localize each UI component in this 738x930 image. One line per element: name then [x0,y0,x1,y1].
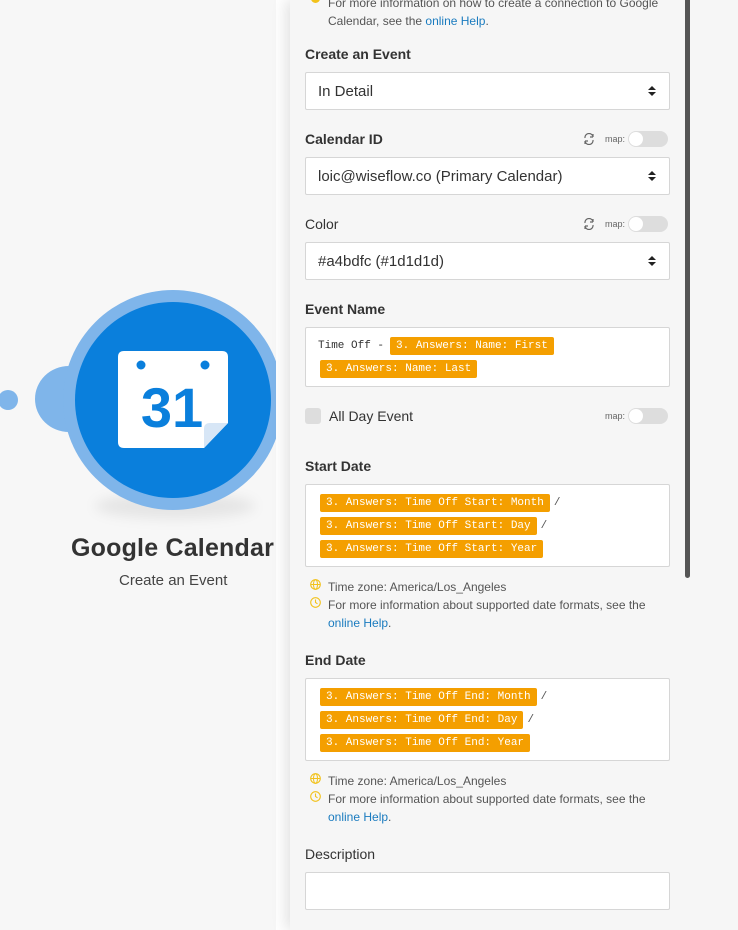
map-toggle[interactable] [628,131,669,147]
toggle-knob [629,217,644,231]
end-format-help: For more information about supported dat… [328,790,646,826]
connection-help-text: For more information on how to create a … [328,0,673,30]
all-day-label: All Day Event [329,408,414,424]
globe-icon [310,579,321,590]
clock-icon [310,791,321,802]
calendar-id-map-toggle-group: map: [583,131,669,147]
help-line-1: For more information on how to create a … [328,0,659,10]
date-separator: / [540,520,548,532]
create-event-value: In Detail [318,83,374,100]
map-toggle[interactable] [628,408,669,424]
toggle-knob [629,132,644,146]
panel-scrollbar[interactable] [685,0,690,578]
calendar-id-select[interactable]: loic@wiseflow.co (Primary Calendar) [305,157,670,195]
color-value: #a4bdfc (#1d1d1d) [318,253,444,270]
help-line-2: Calendar, see the [328,14,426,28]
event-name-prefix: Time Off - [318,340,385,352]
mapped-token[interactable]: 3. Answers: Time Off Start: Month [320,494,550,512]
create-event-select[interactable]: In Detail [305,72,670,110]
format-help-line: For more information about supported dat… [328,792,646,806]
select-arrows-icon [648,256,656,266]
mapped-token[interactable]: 3. Answers: Time Off End: Year [320,734,531,752]
select-arrows-icon [648,86,656,96]
color-map-toggle-group: map: [583,216,669,232]
toggle-knob [629,409,644,423]
end-timezone-text: Time zone: America/Los_Angeles [328,774,507,788]
color-label: Color [305,216,339,232]
online-help-link[interactable]: online Help [425,14,485,28]
format-help-line: For more information about supported dat… [328,598,646,612]
panel-pointer [280,389,290,409]
mapped-token[interactable]: 3. Answers: Time Off Start: Day [320,517,537,535]
end-date-input[interactable]: 3. Answers: Time Off End: Month / 3. Ans… [305,678,670,761]
event-name-input[interactable]: Time Off - 3. Answers: Name: First 3. An… [305,327,670,387]
start-timezone-text: Time zone: America/Los_Angeles [328,580,507,594]
module-title: Google Calendar [71,534,275,562]
calendar-id-value: loic@wiseflow.co (Primary Calendar) [318,168,563,185]
start-date-label: Start Date [305,458,372,474]
calendar-day-number: 31 [141,376,203,439]
date-separator: / [553,497,561,509]
mapped-token[interactable]: 3. Answers: Name: First [390,337,554,355]
mapped-token[interactable]: 3. Answers: Name: Last [320,360,478,378]
start-date-input[interactable]: 3. Answers: Time Off Start: Month / 3. A… [305,484,670,567]
refresh-icon[interactable] [583,218,595,230]
select-arrows-icon [648,171,656,181]
module-subtitle: Create an Event [119,572,228,589]
globe-icon [310,773,321,784]
mapped-token[interactable]: 3. Answers: Time Off End: Day [320,711,524,729]
description-label: Description [305,846,376,862]
online-help-link[interactable]: online Help [328,810,388,824]
end-date-label: End Date [305,652,366,668]
create-event-label: Create an Event [305,46,411,62]
clock-icon [310,597,321,608]
map-label: map: [605,219,626,229]
map-toggle[interactable] [628,216,669,232]
color-select[interactable]: #a4bdfc (#1d1d1d) [305,242,670,280]
help-period: . [388,810,392,824]
mapped-token[interactable]: 3. Answers: Time Off End: Month [320,688,537,706]
help-period: . [485,14,489,28]
map-label: map: [605,411,626,421]
date-separator: / [527,714,535,726]
calendar-id-label: Calendar ID [305,131,383,147]
map-label: map: [605,134,626,144]
google-calendar-icon: 31 [118,351,228,448]
refresh-icon[interactable] [583,133,595,145]
connection-dot[interactable] [0,390,18,410]
all-day-map-toggle-group: map: [605,408,669,424]
online-help-link[interactable]: online Help [328,616,388,630]
help-period: . [388,616,392,630]
event-name-label: Event Name [305,301,386,317]
all-day-checkbox[interactable] [305,408,321,424]
panel-edge [276,0,290,930]
date-separator: / [540,691,548,703]
start-format-help: For more information about supported dat… [328,596,646,632]
mapped-token[interactable]: 3. Answers: Time Off Start: Year [320,540,544,558]
description-input[interactable] [305,872,670,910]
